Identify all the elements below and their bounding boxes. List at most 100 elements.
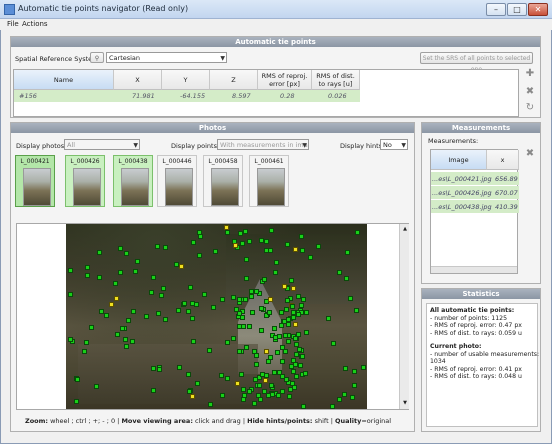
tie-point-marker[interactable] (303, 310, 309, 316)
display-points-select[interactable]: With measurements in image ▼ (217, 139, 309, 150)
tie-point-marker[interactable] (244, 344, 250, 350)
thumbnail[interactable]: L_000458 (203, 155, 243, 207)
table-row[interactable]: #156 71.981 -64.155 8.597 0.28 0.026 (14, 90, 360, 102)
tie-point-marker[interactable] (74, 376, 80, 382)
tie-point-marker[interactable] (297, 362, 303, 368)
photo-viewer[interactable]: ▲ ▼ (16, 223, 409, 410)
column-header-name[interactable]: Name (14, 70, 114, 90)
tie-point-marker[interactable] (189, 393, 195, 399)
tie-point-marker[interactable] (349, 395, 355, 400)
tie-point-marker[interactable] (275, 349, 281, 355)
tie-point-marker[interactable] (262, 377, 268, 383)
tie-point-marker[interactable] (284, 307, 290, 312)
refresh-icon[interactable]: ↻ (523, 101, 537, 115)
tie-point-marker[interactable] (246, 238, 252, 244)
tie-point-marker[interactable] (280, 358, 286, 364)
tie-point-marker[interactable] (272, 325, 278, 331)
srs-select[interactable]: Cartesian ▼ (106, 52, 227, 63)
tie-point-marker[interactable] (241, 323, 246, 329)
vertical-scrollbar[interactable]: ▲ ▼ (399, 224, 409, 409)
tie-point-marker[interactable] (337, 397, 343, 403)
tie-point-marker[interactable] (283, 332, 289, 338)
tie-point-marker[interactable] (330, 341, 336, 347)
tie-point-marker[interactable] (148, 290, 154, 296)
column-header-rms-reproj[interactable]: RMS of reproj. error [px] (258, 70, 312, 90)
tie-point-marker[interactable] (224, 229, 230, 235)
tie-point-marker[interactable] (352, 383, 358, 389)
tie-point-marker[interactable] (298, 233, 304, 239)
delete-measurement-icon[interactable]: ✖ (523, 147, 537, 161)
tie-point-marker[interactable] (289, 303, 295, 309)
tie-point-marker[interactable] (278, 309, 284, 315)
tie-point-marker[interactable] (258, 397, 264, 403)
tie-point-marker[interactable] (163, 317, 169, 323)
tie-point-marker[interactable] (276, 392, 282, 398)
tie-point-marker[interactable] (243, 257, 249, 263)
thumbnail[interactable]: L_000426 (65, 155, 105, 207)
tie-point-marker[interactable] (294, 373, 300, 379)
tie-point-marker[interactable] (286, 316, 292, 322)
tie-point-marker[interactable] (354, 229, 360, 235)
tie-point-marker[interactable] (252, 400, 258, 406)
tie-point-marker[interactable] (284, 377, 290, 383)
tie-point-marker[interactable] (351, 368, 357, 374)
tie-point-marker[interactable] (224, 376, 230, 382)
column-header-z[interactable]: Z (210, 70, 258, 90)
tie-point-marker[interactable] (210, 305, 216, 311)
tie-point-marker[interactable] (194, 302, 200, 307)
menu-file[interactable]: File (7, 19, 19, 30)
tie-point-marker[interactable] (293, 321, 299, 327)
tie-point-marker[interactable] (326, 315, 332, 321)
tie-point-marker[interactable] (219, 296, 225, 302)
tie-point-marker[interactable] (329, 403, 335, 409)
tie-point-marker[interactable] (263, 238, 269, 244)
photo-canvas[interactable] (66, 224, 367, 409)
tie-point-marker[interactable] (73, 398, 79, 404)
tie-point-marker[interactable] (114, 295, 120, 301)
tie-point-marker[interactable] (117, 246, 123, 251)
maximize-button[interactable]: □ (507, 3, 527, 16)
remove-icon[interactable]: ✖ (523, 85, 537, 99)
tie-point-marker[interactable] (271, 369, 277, 375)
tie-point-marker[interactable] (247, 389, 253, 395)
tie-point-marker[interactable] (302, 371, 308, 377)
tie-point-marker[interactable] (187, 285, 193, 291)
table-row[interactable]: ...es\L_000426.jpg 670.07 (431, 186, 519, 199)
tie-point-marker[interactable] (187, 388, 193, 394)
scroll-down-icon[interactable]: ▼ (401, 400, 409, 408)
tie-point-marker[interactable] (112, 281, 118, 287)
tie-point-marker[interactable] (345, 250, 351, 256)
tie-point-marker[interactable] (178, 263, 184, 269)
tie-point-marker[interactable] (288, 277, 294, 283)
tie-point-marker[interactable] (212, 248, 218, 254)
add-icon[interactable]: ✚ (523, 67, 537, 81)
tie-point-marker[interactable] (150, 274, 156, 280)
tie-point-marker[interactable] (290, 357, 296, 363)
tie-point-marker[interactable] (286, 393, 292, 399)
column-header-x[interactable]: X (114, 70, 162, 90)
tie-point-marker[interactable] (68, 267, 74, 273)
tie-point-marker[interactable] (155, 244, 161, 249)
tie-point-marker[interactable] (182, 301, 188, 307)
tie-point-marker[interactable] (316, 243, 322, 249)
tie-point-marker[interactable] (273, 334, 279, 340)
tie-point-marker[interactable] (264, 248, 270, 253)
tie-point-marker[interactable] (262, 276, 268, 282)
tie-point-marker[interactable] (293, 336, 299, 342)
tie-point-marker[interactable] (161, 285, 166, 291)
tie-point-marker[interactable] (259, 371, 265, 377)
tie-point-marker[interactable] (108, 302, 114, 308)
tie-point-marker[interactable] (197, 229, 203, 235)
tie-point-marker[interactable] (155, 310, 161, 316)
tie-point-marker[interactable] (300, 297, 306, 303)
tie-point-marker[interactable] (231, 336, 237, 342)
tie-point-marker[interactable] (237, 349, 242, 354)
tie-point-marker[interactable] (299, 247, 305, 253)
tie-point-marker[interactable] (197, 253, 203, 259)
tie-point-marker[interactable] (243, 296, 249, 302)
tie-point-marker[interactable] (269, 227, 275, 233)
tie-point-marker[interactable] (135, 259, 141, 265)
tie-point-marker[interactable] (176, 365, 182, 371)
tie-point-marker[interactable] (290, 285, 296, 291)
title-bar[interactable]: Automatic tie points navigator (Read onl… (0, 0, 552, 19)
